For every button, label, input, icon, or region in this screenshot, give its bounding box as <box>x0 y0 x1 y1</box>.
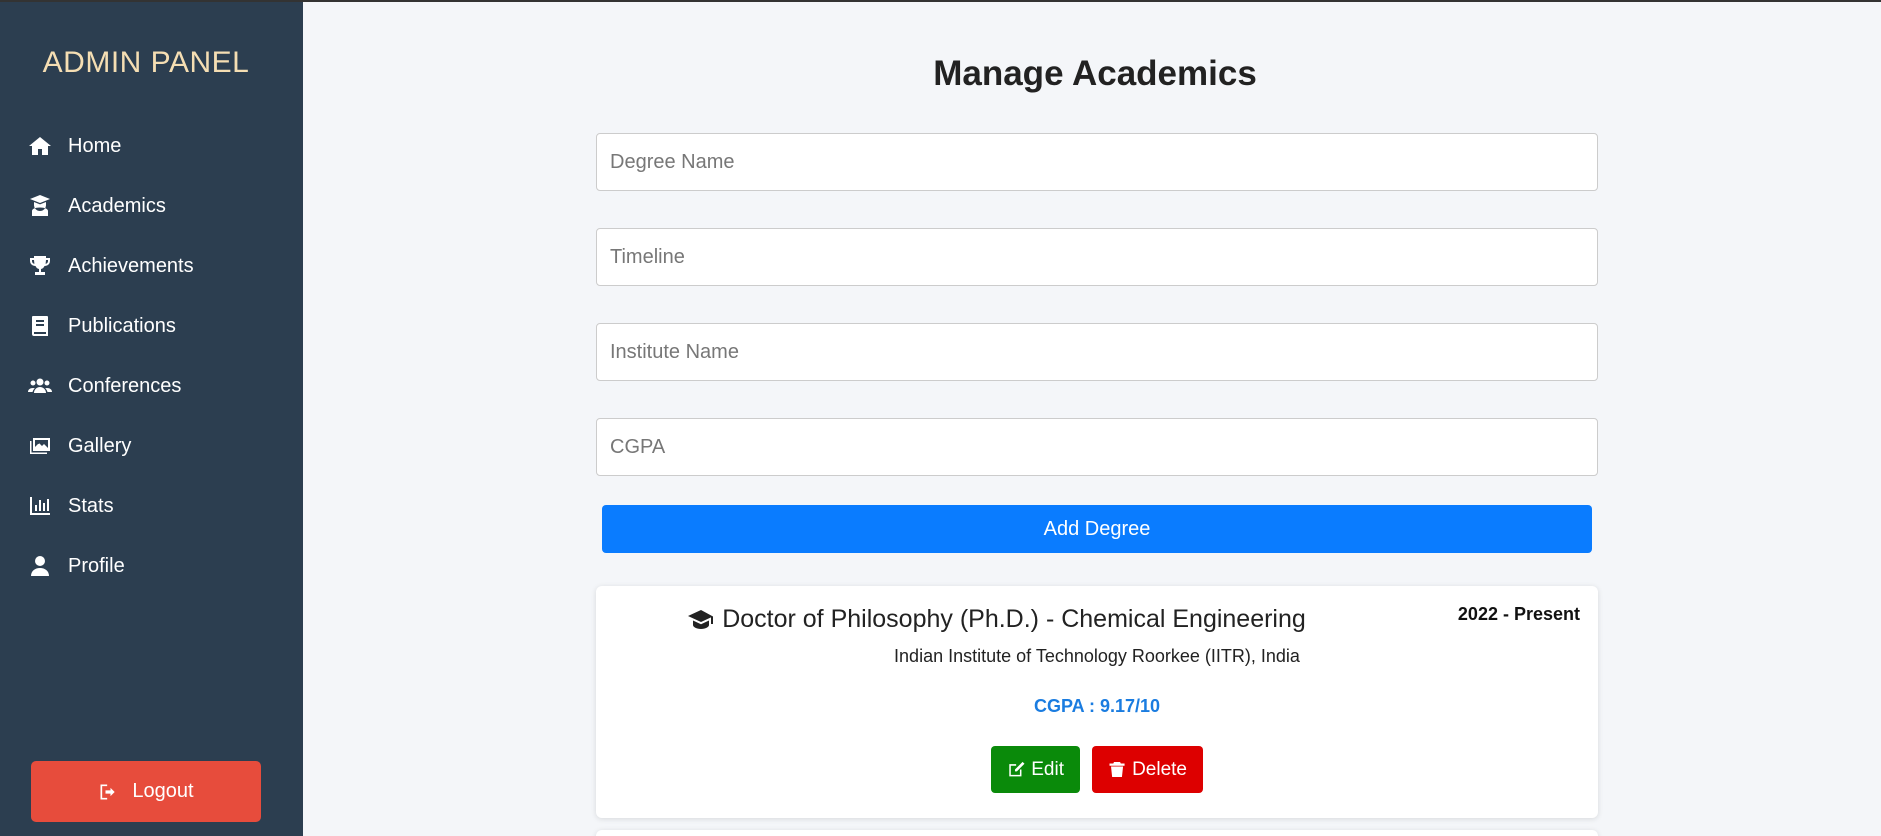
sidebar-item-label: Publications <box>68 314 176 337</box>
timeline-input[interactable] <box>596 228 1598 286</box>
trophy-icon <box>28 254 52 278</box>
degree-institute: Indian Institute of Technology Roorkee (… <box>894 646 1300 666</box>
next-degree-card-partial <box>596 830 1598 836</box>
chart-bar-icon <box>28 494 52 518</box>
sidebar-item-stats[interactable]: Stats <box>0 476 303 536</box>
sidebar-item-gallery[interactable]: Gallery <box>0 416 303 476</box>
delete-label: Delete <box>1132 758 1187 780</box>
degree-actions: Edit Delete <box>596 746 1598 793</box>
sidebar-item-label: Profile <box>68 554 125 577</box>
degree-timeline: 2022 - Present <box>1457 604 1580 624</box>
book-icon <box>28 314 52 338</box>
page-title: Manage Academics <box>933 54 1257 93</box>
sidebar: ADMIN PANEL Home Academics Achievements … <box>0 2 303 836</box>
delete-button[interactable]: Delete <box>1092 746 1203 793</box>
users-icon <box>28 374 52 398</box>
user-icon <box>28 554 52 578</box>
sidebar-item-home[interactable]: Home <box>0 116 303 176</box>
sidebar-nav: Home Academics Achievements Publications… <box>0 116 303 596</box>
edit-label: Edit <box>1031 758 1064 780</box>
sign-out-icon <box>100 784 116 799</box>
degree-name-input[interactable] <box>596 133 1598 191</box>
sidebar-item-academics[interactable]: Academics <box>0 176 303 236</box>
trash-icon <box>1109 761 1125 778</box>
institute-name-input[interactable] <box>596 323 1598 381</box>
home-icon <box>28 134 52 158</box>
images-icon <box>28 434 52 458</box>
graduate-icon <box>28 194 52 218</box>
sidebar-item-label: Academics <box>68 194 166 217</box>
degree-cgpa: CGPA : 9.17/10 <box>1033 696 1161 716</box>
sidebar-item-achievements[interactable]: Achievements <box>0 236 303 296</box>
degree-title: Doctor of Philosophy (Ph.D.) - Chemical … <box>596 605 1398 634</box>
degree-name: Doctor of Philosophy (Ph.D.) - Chemical … <box>722 605 1306 633</box>
logout-label: Logout <box>132 780 194 802</box>
sidebar-item-label: Gallery <box>68 434 132 457</box>
edit-icon <box>1009 761 1025 777</box>
add-degree-button[interactable]: Add Degree <box>602 505 1592 553</box>
main-content: Manage Academics Add Degree Doctor of Ph… <box>303 2 1881 836</box>
logout-button[interactable]: Logout <box>31 761 261 822</box>
sidebar-item-label: Conferences <box>68 374 182 397</box>
degree-card: Doctor of Philosophy (Ph.D.) - Chemical … <box>596 586 1598 818</box>
brand-title: ADMIN PANEL <box>42 46 250 79</box>
sidebar-item-label: Achievements <box>68 254 194 277</box>
edit-button[interactable]: Edit <box>991 746 1080 793</box>
sidebar-item-label: Stats <box>68 494 114 517</box>
cgpa-input[interactable] <box>596 418 1598 476</box>
sidebar-item-publications[interactable]: Publications <box>0 296 303 356</box>
sidebar-item-label: Home <box>68 134 122 157</box>
graduation-cap-icon <box>688 609 714 629</box>
sidebar-item-conferences[interactable]: Conferences <box>0 356 303 416</box>
sidebar-item-profile[interactable]: Profile <box>0 536 303 596</box>
